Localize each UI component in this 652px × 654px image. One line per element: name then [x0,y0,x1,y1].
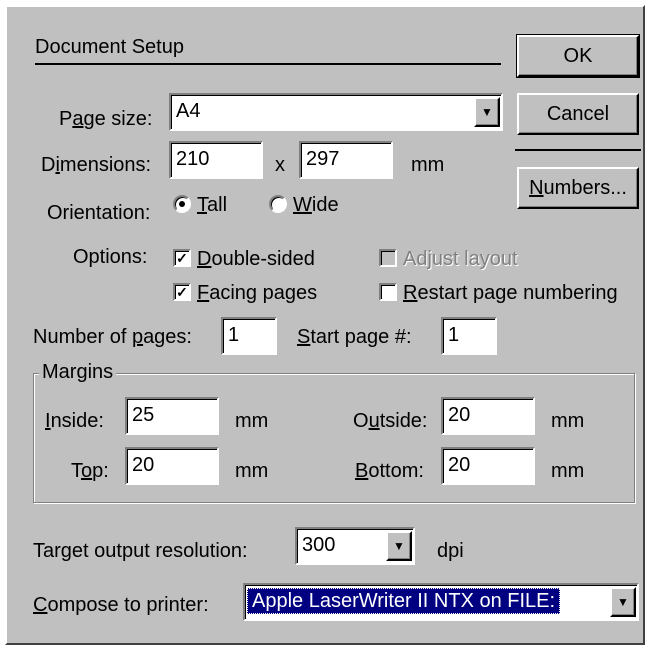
double-sided-checkbox[interactable]: ✓ [173,249,191,267]
start-page-input[interactable]: 1 [441,317,497,355]
wide-label[interactable]: Wide [293,193,339,217]
outside-label: Outside: [353,410,428,432]
facing-pages-label[interactable]: Facing pages [197,281,317,305]
number-of-pages-label: Number of pages: [33,326,192,348]
top-label: Top: [71,460,109,482]
number-of-pages-input[interactable]: 1 [221,317,277,355]
adjust-layout-checkbox[interactable] [379,249,397,267]
bottom-margin-input[interactable]: 20 [441,447,535,485]
dimensions-label: Dimensions: [41,154,152,176]
resolution-dropdown-button[interactable]: ▼ [386,531,412,561]
chevron-down-icon: ▼ [481,105,493,119]
dimensions-unit: mm [411,154,445,176]
page-size-dropdown-button[interactable]: ▼ [474,97,500,127]
numbers-button[interactable]: Numbers... [517,167,639,209]
bottom-label: Bottom: [355,460,424,482]
adjust-layout-label: Adjust layout [403,248,518,270]
chevron-down-icon: ▼ [617,595,629,609]
page-size-value: A4 [176,100,201,122]
resolution-unit: dpi [437,540,464,562]
margins-group [33,373,635,503]
restart-numbering-checkbox[interactable] [379,283,397,301]
title-underline [35,63,501,65]
printer-dropdown-button[interactable]: ▼ [610,587,636,617]
numbers-label-u: N [529,176,544,199]
outside-unit: mm [551,410,585,432]
restart-numbering-label[interactable]: Restart page numbering [403,281,618,305]
double-sided-label[interactable]: Double-sided [197,247,315,271]
width-input[interactable]: 210 [169,141,263,179]
resolution-value: 300 [302,534,336,556]
page-size-select[interactable]: A4 [169,93,503,131]
numbers-label: umbers... [543,176,627,199]
height-input[interactable]: 297 [299,141,393,179]
printer-label: Compose to printer: [33,594,209,616]
inside-label: Inside: [45,410,104,432]
wide-radio[interactable] [269,195,287,213]
document-setup-dialog: Document Setup OK Cancel Numbers... Page… [5,5,645,645]
printer-value: Apple LaserWriter II NTX on FILE: [247,588,561,614]
inside-unit: mm [235,410,269,432]
top-unit: mm [235,460,269,482]
orientation-label: Orientation: [47,202,151,224]
tall-label[interactable]: Tall [197,193,227,217]
page-size-label: Page size: [59,108,153,130]
start-page-label: Start page #: [297,326,412,348]
radio-selected-dot [179,201,185,207]
margins-legend: Margins [39,361,117,383]
top-margin-input[interactable]: 20 [125,447,219,485]
resolution-label: Target output resolution: [33,540,248,562]
dimensions-separator: x [275,154,285,176]
facing-pages-checkbox[interactable]: ✓ [173,283,191,301]
options-label: Options: [73,246,148,268]
tall-radio[interactable] [173,195,191,213]
outside-margin-input[interactable]: 20 [441,397,535,435]
bottom-unit: mm [551,460,585,482]
dialog-title: Document Setup [35,36,184,58]
button-separator [515,149,641,151]
cancel-button[interactable]: Cancel [517,93,639,135]
chevron-down-icon: ▼ [393,539,405,553]
inside-margin-input[interactable]: 25 [125,397,219,435]
printer-select[interactable]: Apple LaserWriter II NTX on FILE: [243,583,639,621]
ok-button[interactable]: OK [516,34,640,78]
